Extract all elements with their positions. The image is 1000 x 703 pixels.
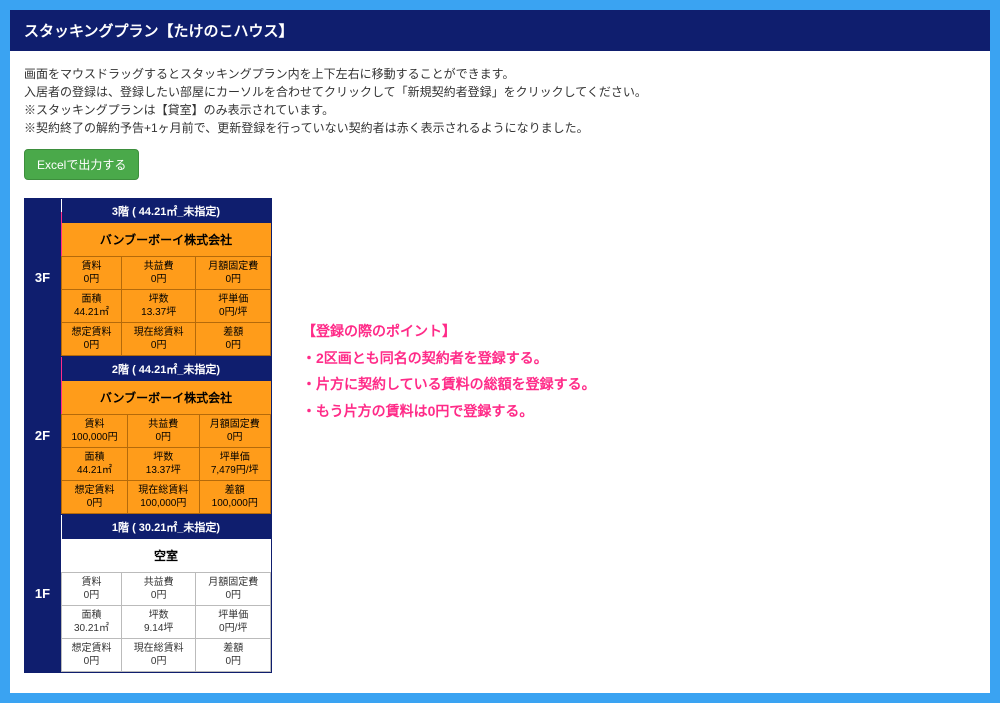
unit-header: 1階 ( 30.21㎡_未指定) bbox=[62, 515, 271, 539]
floor-label: 2F bbox=[25, 357, 61, 515]
data-cell: 月額固定費0円 bbox=[196, 573, 271, 606]
data-cell: 現在総賃料0円 bbox=[121, 639, 196, 672]
callout-text: 【登録の際のポイント】 ・2区画とも同名の契約者を登録する。 ・片方に契約してい… bbox=[302, 318, 596, 424]
data-cell: 月額固定費0円 bbox=[199, 415, 270, 448]
tenant-name: 空室 bbox=[62, 539, 271, 573]
floor-label: 3F bbox=[25, 199, 61, 357]
data-cell: 面積30.21㎡ bbox=[62, 606, 122, 639]
floor-label: 1F bbox=[25, 515, 61, 673]
data-cell: 坪単価0円/坪 bbox=[196, 606, 271, 639]
data-cell: 現在総賃料0円 bbox=[121, 323, 196, 356]
data-cell: 想定賃料0円 bbox=[62, 639, 122, 672]
data-cell: 面積44.21㎡ bbox=[62, 290, 122, 323]
data-cell: 差額100,000円 bbox=[199, 481, 270, 514]
stacking-plan-wrap: 3F3階 ( 44.21㎡_未指定)バンブーボーイ株式会社賃料0円共益費0円月額… bbox=[24, 198, 272, 673]
data-cell: 想定賃料0円 bbox=[62, 481, 128, 514]
unit-cell[interactable]: 3階 ( 44.21㎡_未指定)バンブーボーイ株式会社賃料0円共益費0円月額固定… bbox=[61, 199, 272, 357]
unit-header: 3階 ( 44.21㎡_未指定) bbox=[62, 199, 271, 223]
data-cell: 賃料100,000円 bbox=[62, 415, 128, 448]
data-cell: 面積44.21㎡ bbox=[62, 448, 128, 481]
data-cell: 共益費0円 bbox=[121, 257, 196, 290]
data-cell: 坪数9.14坪 bbox=[121, 606, 196, 639]
data-cell: 賃料0円 bbox=[62, 573, 122, 606]
callout-point: ・もう片方の賃料は0円で登録する。 bbox=[302, 398, 596, 425]
data-cell: 現在総賃料100,000円 bbox=[128, 481, 199, 514]
unit-cell[interactable]: 1階 ( 30.21㎡_未指定)空室賃料0円共益費0円月額固定費0円面積30.2… bbox=[61, 515, 272, 673]
data-cell: 月額固定費0円 bbox=[196, 257, 271, 290]
stacking-plan-table[interactable]: 3F3階 ( 44.21㎡_未指定)バンブーボーイ株式会社賃料0円共益費0円月額… bbox=[24, 198, 272, 673]
data-cell: 想定賃料0円 bbox=[62, 323, 122, 356]
note-line: 入居者の登録は、登録したい部屋にカーソルを合わせてクリックして「新規契約者登録」… bbox=[24, 83, 976, 101]
unit-header: 2階 ( 44.21㎡_未指定) bbox=[62, 357, 271, 381]
callout-point: ・2区画とも同名の契約者を登録する。 bbox=[302, 345, 596, 372]
data-cell: 坪単価7,479円/坪 bbox=[199, 448, 270, 481]
data-cell: 坪単価0円/坪 bbox=[196, 290, 271, 323]
main-area: 3F3階 ( 44.21㎡_未指定)バンブーボーイ株式会社賃料0円共益費0円月額… bbox=[24, 198, 976, 673]
data-cell: 差額0円 bbox=[196, 639, 271, 672]
data-cell: 共益費0円 bbox=[121, 573, 196, 606]
callout-point: ・片方に契約している賃料の総額を登録する。 bbox=[302, 371, 596, 398]
data-cell: 共益費0円 bbox=[128, 415, 199, 448]
data-cell: 坪数13.37坪 bbox=[128, 448, 199, 481]
note-line: ※スタッキングプランは【貸室】のみ表示されています。 bbox=[24, 101, 976, 119]
excel-export-button[interactable]: Excelで出力する bbox=[24, 149, 139, 180]
data-cell: 賃料0円 bbox=[62, 257, 122, 290]
tenant-name: バンブーボーイ株式会社 bbox=[62, 223, 271, 257]
page-title: スタッキングプラン【たけのこハウス】 bbox=[10, 10, 990, 51]
data-cell: 差額0円 bbox=[196, 323, 271, 356]
note-line: 画面をマウスドラッグするとスタッキングプラン内を上下左右に移動することができます… bbox=[24, 65, 976, 83]
tenant-name: バンブーボーイ株式会社 bbox=[62, 381, 271, 415]
page: スタッキングプラン【たけのこハウス】 画面をマウスドラッグするとスタッキングプラ… bbox=[10, 10, 990, 693]
unit-cell[interactable]: 2階 ( 44.21㎡_未指定)バンブーボーイ株式会社賃料100,000円共益費… bbox=[61, 357, 272, 515]
data-cell: 坪数13.37坪 bbox=[121, 290, 196, 323]
note-line: ※契約終了の解約予告+1ヶ月前で、更新登録を行っていない契約者は赤く表示されるよ… bbox=[24, 119, 976, 137]
callout-title: 【登録の際のポイント】 bbox=[302, 318, 596, 345]
content-area: 画面をマウスドラッグするとスタッキングプラン内を上下左右に移動することができます… bbox=[10, 51, 990, 693]
instruction-notes: 画面をマウスドラッグするとスタッキングプラン内を上下左右に移動することができます… bbox=[24, 65, 976, 137]
